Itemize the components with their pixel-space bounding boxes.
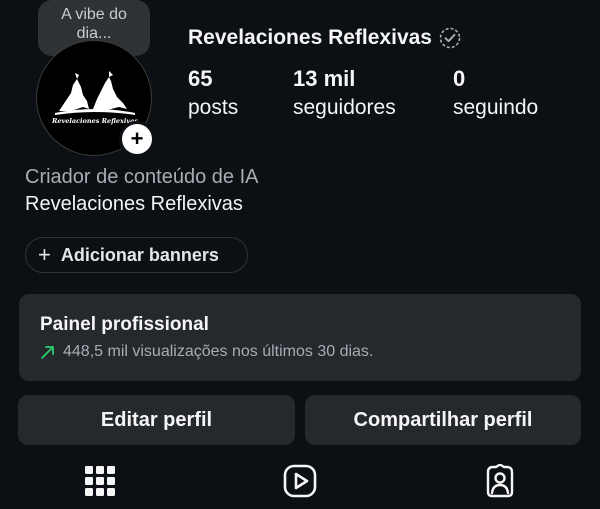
stat-followers[interactable]: 13 mil seguidores: [293, 66, 396, 120]
profile-category: Criador de conteúdo de IA: [25, 166, 259, 188]
grid-icon[interactable]: [83, 464, 117, 498]
profile-page: A vibe do dia... Revelaciones Reflexivas…: [0, 0, 600, 509]
dashboard-title: Painel profissional: [40, 314, 209, 335]
stat-label: seguidores: [293, 96, 396, 119]
plus-icon: +: [38, 242, 51, 267]
username-text: Revelaciones Reflexivas: [188, 26, 432, 49]
share-profile-button[interactable]: Compartilhar perfil: [305, 395, 581, 445]
plus-icon: +: [130, 126, 144, 151]
add-story-button[interactable]: +: [119, 121, 155, 157]
reels-icon[interactable]: [283, 464, 317, 498]
edit-profile-button[interactable]: Editar perfil: [18, 395, 295, 445]
professional-dashboard-card[interactable]: Painel profissional 448,5 mil visualizaç…: [19, 294, 581, 381]
edit-profile-label: Editar perfil: [100, 408, 213, 431]
tagged-icon[interactable]: [483, 464, 517, 498]
profile-username: Revelaciones Reflexivas: [188, 26, 462, 50]
profile-display-name: Revelaciones Reflexivas: [25, 193, 243, 215]
dashboard-subtitle: 448,5 mil visualizações nos últimos 30 d…: [40, 343, 561, 361]
stat-posts[interactable]: 65 posts: [188, 66, 238, 120]
stat-value: 0: [453, 66, 466, 91]
add-banners-button[interactable]: + Adicionar banners: [25, 237, 248, 273]
dashboard-views-text: 448,5 mil visualizações nos últimos 30 d…: [63, 343, 374, 360]
verified-badge-icon: [439, 27, 461, 49]
note-text: A vibe do dia...: [61, 6, 127, 42]
stat-label: posts: [188, 96, 239, 119]
stat-value: 65: [188, 66, 213, 91]
stat-value: 13 mil: [293, 66, 356, 91]
add-banners-label: Adicionar banners: [60, 244, 219, 265]
stat-label: seguindo: [453, 96, 539, 119]
share-profile-label: Compartilhar perfil: [353, 408, 533, 431]
stat-following[interactable]: 0 seguindo: [453, 66, 538, 120]
trend-up-icon: [41, 346, 54, 359]
